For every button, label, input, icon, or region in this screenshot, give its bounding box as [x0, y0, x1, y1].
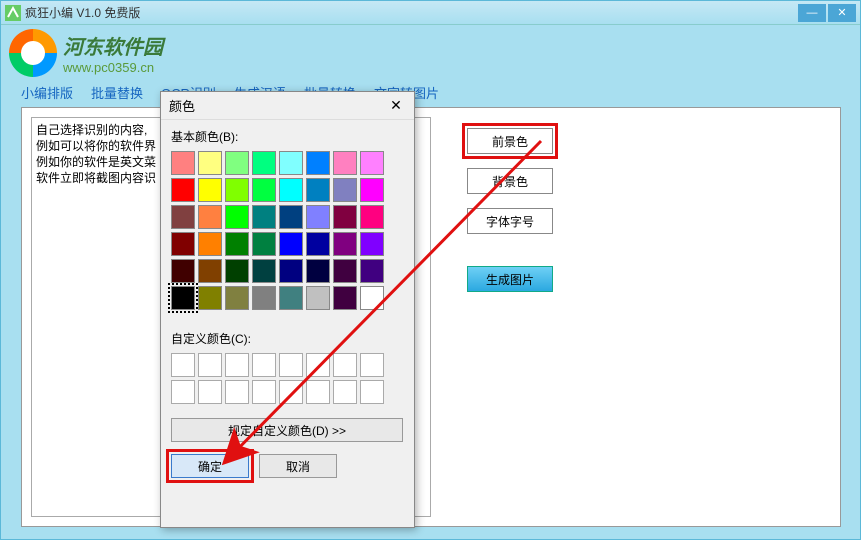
color-swatch[interactable]	[252, 259, 276, 283]
custom-color-swatch[interactable]	[252, 380, 276, 404]
cancel-button[interactable]: 取消	[259, 454, 337, 478]
color-swatch[interactable]	[171, 259, 195, 283]
window-controls: — ✕	[798, 4, 856, 22]
ok-button[interactable]: 确定	[171, 454, 249, 478]
tab-replace[interactable]: 批量替换	[91, 83, 143, 102]
color-swatch[interactable]	[225, 178, 249, 202]
color-swatch[interactable]	[360, 205, 384, 229]
color-swatch[interactable]	[333, 205, 357, 229]
logo-url: www.pc0359.cn	[63, 60, 163, 75]
color-swatch[interactable]	[252, 178, 276, 202]
color-swatch[interactable]	[225, 151, 249, 175]
custom-color-swatch[interactable]	[171, 353, 195, 377]
custom-color-swatch[interactable]	[225, 353, 249, 377]
tab-layout[interactable]: 小编排版	[21, 83, 73, 102]
custom-color-swatch[interactable]	[198, 353, 222, 377]
custom-color-swatch[interactable]	[198, 380, 222, 404]
color-swatch[interactable]	[279, 286, 303, 310]
minimize-button[interactable]: —	[798, 4, 826, 22]
logo-cn: 河东软件园	[63, 31, 163, 60]
color-swatch[interactable]	[198, 232, 222, 256]
logo-icon	[9, 29, 57, 77]
color-swatch[interactable]	[333, 151, 357, 175]
app-icon	[5, 5, 21, 21]
color-swatch[interactable]	[225, 205, 249, 229]
main-window: 疯狂小编 V1.0 免费版 — ✕ 河东软件园 www.pc0359.cn 小编…	[0, 0, 861, 540]
color-swatch[interactable]	[279, 151, 303, 175]
color-swatch[interactable]	[360, 286, 384, 310]
font-size-button[interactable]: 字体字号	[467, 208, 553, 234]
custom-color-swatch[interactable]	[171, 380, 195, 404]
color-swatch[interactable]	[252, 205, 276, 229]
color-swatch[interactable]	[306, 178, 330, 202]
color-swatch[interactable]	[279, 259, 303, 283]
custom-color-swatch[interactable]	[333, 380, 357, 404]
color-swatch[interactable]	[333, 286, 357, 310]
color-swatch[interactable]	[306, 259, 330, 283]
color-swatch[interactable]	[360, 259, 384, 283]
color-swatch[interactable]	[171, 178, 195, 202]
color-swatch[interactable]	[225, 232, 249, 256]
custom-color-swatch[interactable]	[252, 353, 276, 377]
color-swatch[interactable]	[198, 178, 222, 202]
dialog-buttons: 确定 取消	[161, 448, 414, 484]
color-swatch[interactable]	[306, 151, 330, 175]
color-swatch[interactable]	[333, 232, 357, 256]
color-swatch[interactable]	[306, 286, 330, 310]
window-title: 疯狂小编 V1.0 免费版	[25, 4, 798, 21]
color-swatch[interactable]	[252, 232, 276, 256]
generate-image-button[interactable]: 生成图片	[467, 266, 553, 292]
titlebar: 疯狂小编 V1.0 免费版 — ✕	[1, 1, 860, 25]
close-button[interactable]: ✕	[828, 4, 856, 22]
color-swatch[interactable]	[198, 205, 222, 229]
color-swatch[interactable]	[225, 259, 249, 283]
color-swatch[interactable]	[279, 205, 303, 229]
custom-colors-label: 自定义颜色(C):	[161, 322, 414, 351]
logo-text: 河东软件园 www.pc0359.cn	[63, 31, 163, 75]
color-dialog: 颜色 ✕ 基本颜色(B): 自定义颜色(C): 规定自定义颜色(D) >> 确定…	[160, 91, 415, 528]
color-swatch[interactable]	[171, 232, 195, 256]
color-swatch[interactable]	[360, 151, 384, 175]
custom-color-swatch[interactable]	[360, 353, 384, 377]
logo-area: 河东软件园 www.pc0359.cn	[9, 29, 163, 77]
color-swatch[interactable]	[333, 178, 357, 202]
color-swatch[interactable]	[171, 205, 195, 229]
custom-color-swatch[interactable]	[279, 353, 303, 377]
color-swatch[interactable]	[360, 232, 384, 256]
custom-color-swatch[interactable]	[225, 380, 249, 404]
dialog-title: 颜色	[169, 96, 386, 115]
color-swatch[interactable]	[360, 178, 384, 202]
color-swatch[interactable]	[333, 259, 357, 283]
foreground-color-button[interactable]: 前景色	[467, 128, 553, 154]
color-swatch[interactable]	[306, 232, 330, 256]
custom-color-swatch[interactable]	[360, 380, 384, 404]
color-swatch[interactable]	[198, 259, 222, 283]
color-swatch[interactable]	[171, 286, 195, 310]
dialog-close-button[interactable]: ✕	[386, 96, 406, 116]
color-swatch[interactable]	[198, 286, 222, 310]
color-swatch[interactable]	[252, 286, 276, 310]
basic-color-grid	[161, 149, 414, 312]
dialog-titlebar: 颜色 ✕	[161, 92, 414, 120]
define-custom-button[interactable]: 规定自定义颜色(D) >>	[171, 418, 403, 442]
custom-color-swatch[interactable]	[333, 353, 357, 377]
color-swatch[interactable]	[252, 151, 276, 175]
color-swatch[interactable]	[198, 151, 222, 175]
color-swatch[interactable]	[306, 205, 330, 229]
basic-colors-label: 基本颜色(B):	[161, 120, 414, 149]
custom-color-swatch[interactable]	[279, 380, 303, 404]
custom-color-grid	[161, 351, 414, 406]
color-swatch[interactable]	[279, 178, 303, 202]
custom-color-swatch[interactable]	[306, 380, 330, 404]
color-swatch[interactable]	[279, 232, 303, 256]
color-swatch[interactable]	[225, 286, 249, 310]
custom-color-swatch[interactable]	[306, 353, 330, 377]
background-color-button[interactable]: 背景色	[467, 168, 553, 194]
color-swatch[interactable]	[171, 151, 195, 175]
